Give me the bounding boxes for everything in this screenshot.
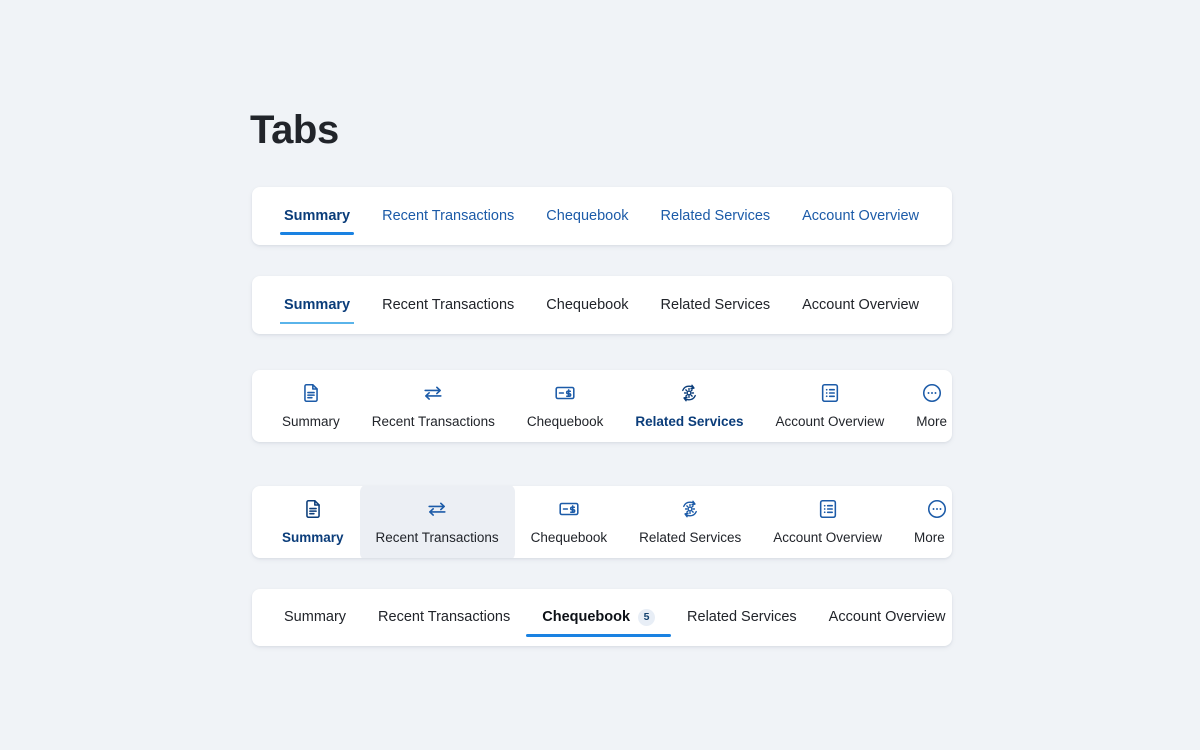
tab-chequebook[interactable]: Chequebook — [530, 187, 644, 245]
tab-recent-transactions[interactable]: Recent Transactions — [362, 589, 526, 646]
tab-bar-icon-tabs-hover: Summary Recent Transactions Chequebook R… — [252, 486, 952, 558]
tab-chequebook[interactable]: Chequebook — [511, 370, 620, 442]
cheque-dollar-icon — [558, 498, 580, 520]
tab-summary[interactable]: Summary — [268, 276, 366, 334]
tab-label: Chequebook — [530, 529, 608, 545]
tab-recent-transactions[interactable]: Recent Transactions — [366, 187, 530, 245]
active-indicator — [280, 322, 355, 324]
page-title: Tabs — [250, 108, 339, 152]
tabstrip: Summary Recent Transactions Chequebook R… — [252, 187, 952, 245]
tab-label: More — [916, 413, 948, 429]
tab-label: Related Services — [660, 296, 771, 313]
list-card-icon — [819, 382, 841, 404]
circle-ellipsis-icon — [926, 498, 948, 520]
tab-chequebook[interactable]: Chequebook 5 — [526, 589, 672, 646]
tabstrip: Summary Recent Transactions Chequebook R… — [252, 370, 952, 442]
tab-label: Account Overview — [773, 529, 883, 545]
tab-label-group: More — [914, 530, 952, 545]
tab-account-overview[interactable]: Account Overview — [786, 187, 935, 245]
tab-account-overview[interactable]: Account Overview — [813, 589, 952, 646]
tab-related-services[interactable]: Related Services — [619, 370, 759, 442]
tab-chequebook[interactable]: Chequebook — [530, 276, 644, 334]
tab-more-overflow[interactable]: More — [935, 187, 952, 245]
tab-summary[interactable]: Summary — [268, 187, 366, 245]
document-icon — [300, 382, 322, 404]
tab-label: Related Services — [635, 413, 744, 429]
tab-label: Summary — [284, 609, 347, 626]
tab-more-overflow[interactable] — [935, 276, 952, 334]
tab-bar-icon-tabs: Summary Recent Transactions Chequebook R… — [252, 370, 952, 442]
tab-bar-text-link-style: Summary Recent Transactions Chequebook R… — [252, 187, 952, 245]
tab-label: Account Overview — [802, 207, 919, 224]
active-indicator — [280, 232, 355, 235]
gear-sync-icon — [678, 382, 700, 404]
tab-label: Chequebook — [546, 207, 629, 224]
cheque-dollar-icon — [554, 382, 576, 404]
tab-label: More — [914, 529, 945, 545]
tab-label: Chequebook — [542, 609, 631, 626]
tab-label: Related Services — [660, 207, 771, 224]
tabstrip: Summary Recent Transactions Chequebook R… — [252, 276, 952, 334]
tab-label: Account Overview — [802, 296, 919, 313]
tab-recent-transactions[interactable]: Recent Transactions — [366, 276, 530, 334]
tab-bar-text-badge: Summary Recent Transactions Chequebook 5… — [252, 589, 952, 646]
tab-recent-transactions[interactable]: Recent Transactions — [359, 486, 515, 558]
tab-bar-text-dark-style: Summary Recent Transactions Chequebook R… — [252, 276, 952, 334]
tab-summary[interactable]: Summary — [266, 486, 360, 558]
tab-account-overview[interactable]: Account Overview — [757, 486, 898, 558]
tab-label: Recent Transactions — [371, 413, 495, 429]
tab-summary[interactable]: Summary — [268, 589, 362, 646]
gear-sync-icon — [679, 498, 701, 520]
tab-label: Related Services — [687, 609, 797, 626]
tab-label: Recent Transactions — [375, 529, 499, 545]
tab-label: Chequebook — [546, 296, 629, 313]
list-card-icon — [817, 498, 839, 520]
transfer-arrows-icon — [426, 498, 448, 520]
active-indicator — [526, 634, 672, 637]
page-root: Tabs Summary Recent Transactions Chequeb… — [0, 0, 1200, 750]
tabstrip: Summary Recent Transactions Chequebook 5… — [252, 589, 952, 646]
tab-label: Recent Transactions — [382, 207, 515, 224]
tab-related-services[interactable]: Related Services — [645, 276, 787, 334]
tab-summary[interactable]: Summary — [266, 370, 356, 442]
tab-related-services[interactable]: Related Services — [645, 187, 787, 245]
tab-account-overview[interactable]: Account Overview — [759, 370, 900, 442]
tab-label: More — [951, 209, 952, 224]
tab-label: Recent Transactions — [382, 296, 515, 313]
tab-label: Summary — [282, 529, 344, 545]
tab-related-services[interactable]: Related Services — [623, 486, 757, 558]
tab-account-overview[interactable]: Account Overview — [786, 276, 935, 334]
tab-label: Summary — [284, 296, 351, 313]
tab-more-overflow[interactable]: More — [900, 370, 952, 442]
circle-ellipsis-icon — [921, 382, 943, 404]
tab-label: Recent Transactions — [378, 609, 511, 626]
transfer-arrows-icon — [422, 382, 444, 404]
tab-label: Account Overview — [828, 609, 946, 626]
tab-chequebook[interactable]: Chequebook — [515, 486, 624, 558]
tab-label: Summary — [282, 413, 340, 429]
tab-label: Chequebook — [526, 413, 604, 429]
status-badge: 5 — [638, 609, 656, 626]
tab-related-services[interactable]: Related Services — [671, 589, 813, 646]
tab-label: Account Overview — [775, 413, 885, 429]
document-icon — [302, 498, 324, 520]
tab-label: Related Services — [639, 529, 742, 545]
tabstrip: Summary Recent Transactions Chequebook R… — [252, 486, 952, 558]
tab-more-overflow[interactable]: More — [898, 486, 952, 558]
tab-recent-transactions[interactable]: Recent Transactions — [356, 370, 511, 442]
tab-label: Summary — [284, 207, 351, 224]
